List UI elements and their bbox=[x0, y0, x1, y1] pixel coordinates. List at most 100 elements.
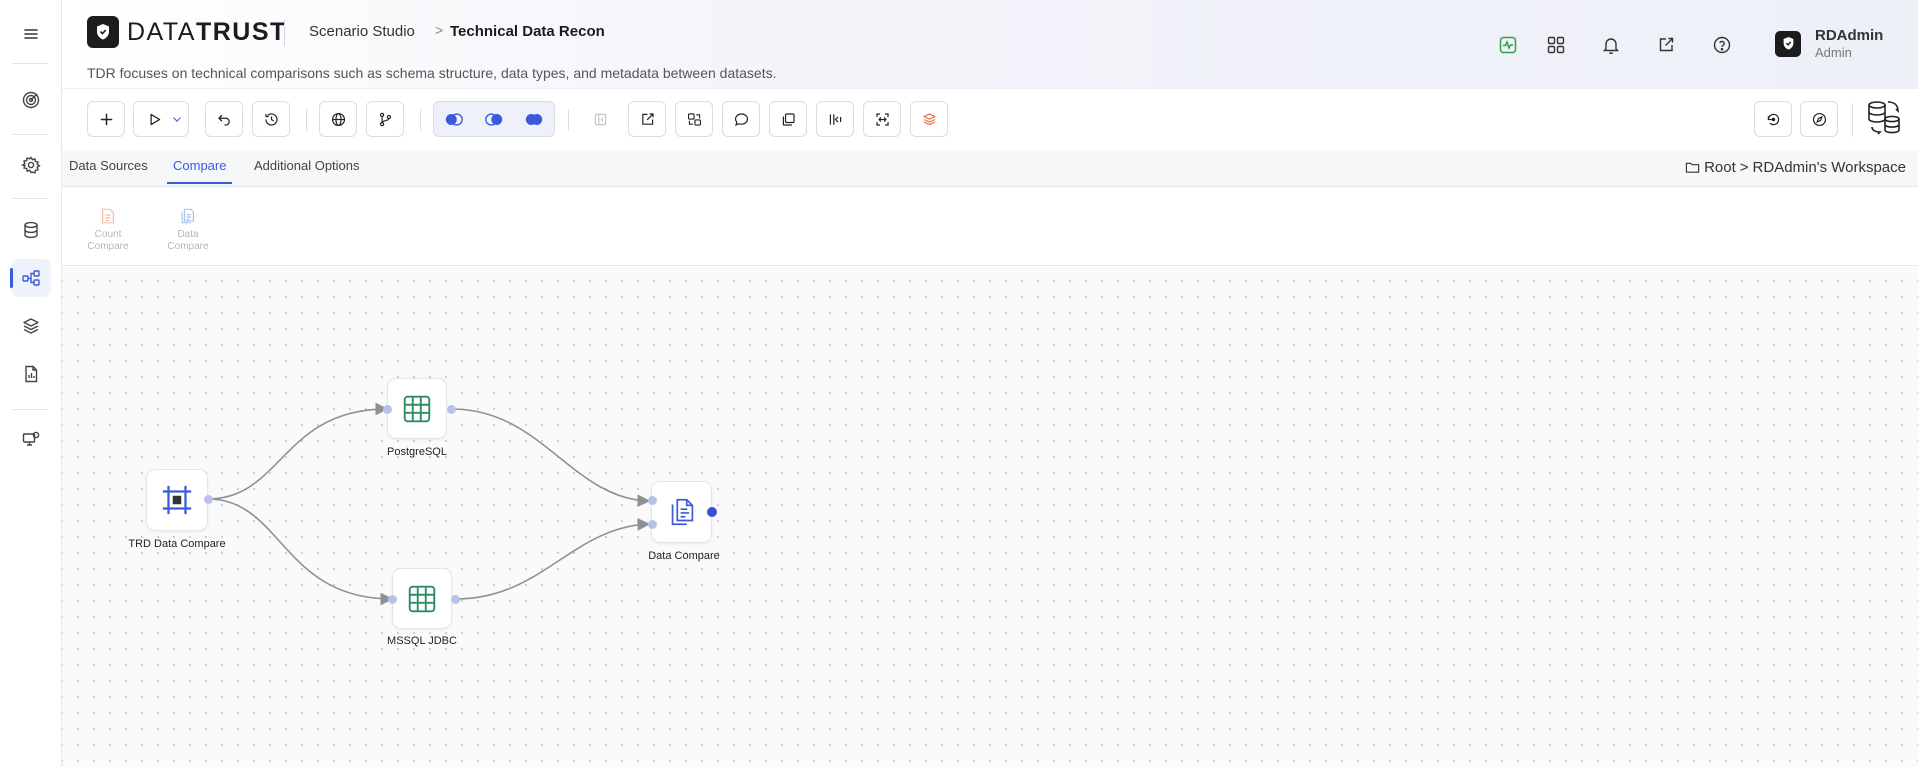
gear-icon[interactable] bbox=[11, 146, 51, 184]
port-in[interactable] bbox=[648, 496, 657, 505]
tab-bar: Data Sources Compare Additional Options … bbox=[62, 150, 1918, 187]
workflow-canvas[interactable]: TRD Data Compare PostgreSQL MSSQL JDBC D… bbox=[62, 267, 1918, 767]
node-postgresql[interactable] bbox=[387, 378, 447, 439]
header-divider bbox=[284, 20, 285, 46]
port-out[interactable] bbox=[451, 595, 460, 604]
full-join-button[interactable] bbox=[515, 103, 553, 135]
node-data-compare[interactable] bbox=[651, 481, 712, 543]
shield-logo-icon bbox=[87, 16, 119, 48]
palette-count-compare[interactable]: Count Compare bbox=[76, 207, 140, 253]
add-button[interactable] bbox=[87, 101, 125, 137]
toolbar-divider bbox=[1852, 103, 1853, 137]
rail-divider bbox=[12, 134, 48, 135]
inner-join-button[interactable] bbox=[475, 103, 513, 135]
database-icon[interactable] bbox=[11, 211, 51, 249]
restore-button[interactable] bbox=[1754, 101, 1792, 137]
run-button[interactable] bbox=[133, 101, 189, 137]
help-icon[interactable] bbox=[1710, 33, 1734, 57]
tab-data-sources[interactable]: Data Sources bbox=[69, 158, 148, 182]
port-out[interactable] bbox=[707, 507, 717, 517]
rail-divider bbox=[12, 198, 48, 199]
palette-label: Count bbox=[94, 229, 122, 240]
node-label: PostgreSQL bbox=[387, 446, 447, 458]
user-info: RDAdmin Admin bbox=[1815, 28, 1883, 59]
frame-icon bbox=[162, 485, 192, 515]
compare-doc-icon bbox=[671, 498, 693, 526]
target-icon[interactable] bbox=[11, 81, 51, 119]
database-sync-icon[interactable] bbox=[1864, 97, 1908, 141]
table-icon bbox=[408, 585, 436, 612]
rail-divider bbox=[12, 63, 48, 64]
workspace-root[interactable]: Root bbox=[1704, 159, 1736, 176]
workflow-icon[interactable] bbox=[10, 259, 51, 297]
compass-button[interactable] bbox=[1800, 101, 1838, 137]
workspace-separator: > bbox=[1739, 159, 1749, 176]
user-role: Admin bbox=[1815, 45, 1852, 60]
port-in[interactable] bbox=[383, 405, 392, 414]
brand-wordmark: DATATRUST bbox=[127, 17, 287, 46]
tab-compare[interactable]: Compare bbox=[167, 158, 233, 184]
workspace-breadcrumb[interactable]: Root > RDAdmin's Workspace bbox=[1685, 159, 1906, 176]
port-out[interactable] bbox=[204, 495, 213, 504]
brand-logo[interactable]: DATATRUST bbox=[87, 16, 287, 48]
header: DATATRUST Scenario Studio > Technical Da… bbox=[62, 0, 1918, 89]
layers-icon[interactable] bbox=[11, 307, 51, 345]
history-button[interactable] bbox=[252, 101, 290, 137]
app-root: DATATRUST Scenario Studio > Technical Da… bbox=[0, 0, 1918, 767]
folder-icon bbox=[1685, 162, 1700, 173]
toolbar bbox=[62, 89, 1918, 150]
palette-label: Data bbox=[177, 229, 199, 240]
toolbar-divider bbox=[306, 109, 307, 131]
bell-icon[interactable] bbox=[1599, 33, 1623, 57]
breadcrumb-separator: > bbox=[435, 22, 444, 38]
toolbar-divider bbox=[568, 109, 569, 131]
tab-additional-options[interactable]: Additional Options bbox=[254, 158, 360, 182]
apps-grid-icon[interactable] bbox=[1544, 33, 1568, 57]
port-in[interactable] bbox=[648, 520, 657, 529]
node-label: MSSQL JDBC bbox=[387, 635, 457, 647]
left-rail bbox=[0, 0, 62, 767]
monitor-settings-icon[interactable] bbox=[11, 420, 51, 458]
scan-button[interactable] bbox=[863, 101, 901, 137]
user-avatar bbox=[1775, 30, 1801, 57]
menu-icon[interactable] bbox=[11, 15, 51, 53]
external-link-icon[interactable] bbox=[1654, 33, 1678, 57]
undo-button[interactable] bbox=[205, 101, 243, 137]
play-icon bbox=[149, 113, 160, 125]
toolbar-divider bbox=[420, 109, 421, 131]
node-trd-data-compare[interactable] bbox=[146, 469, 208, 531]
workspace-name[interactable]: RDAdmin's Workspace bbox=[1753, 159, 1906, 176]
node-label: Data Compare bbox=[648, 550, 720, 562]
comment-button[interactable] bbox=[722, 101, 760, 137]
globe-button[interactable] bbox=[319, 101, 357, 137]
rail-divider bbox=[12, 409, 48, 410]
workflow-edges bbox=[207, 402, 651, 606]
page-title: Technical Data Recon bbox=[450, 23, 605, 40]
collapse-left-button[interactable] bbox=[581, 101, 619, 137]
report-icon[interactable] bbox=[11, 355, 51, 393]
user-name: RDAdmin bbox=[1815, 27, 1884, 44]
palette-label: Compare bbox=[87, 241, 129, 252]
port-out[interactable] bbox=[447, 405, 456, 414]
palette-data-compare[interactable]: Data Compare bbox=[156, 207, 220, 253]
count-compare-icon bbox=[102, 208, 114, 224]
swap-button[interactable] bbox=[675, 101, 713, 137]
split-button[interactable] bbox=[816, 101, 854, 137]
activity-icon[interactable] bbox=[1496, 33, 1520, 57]
port-in[interactable] bbox=[388, 595, 397, 604]
breadcrumb-parent[interactable]: Scenario Studio bbox=[309, 23, 415, 40]
left-join-button[interactable] bbox=[435, 103, 473, 135]
data-compare-icon bbox=[181, 208, 194, 224]
duplicate-button[interactable] bbox=[769, 101, 807, 137]
table-icon bbox=[403, 395, 431, 422]
stack-layers-button[interactable] bbox=[910, 101, 948, 137]
component-palette: Count Compare Data Compare bbox=[62, 187, 1918, 266]
palette-label: Compare bbox=[167, 241, 209, 252]
chevron-down-icon[interactable] bbox=[170, 112, 184, 126]
page-description: TDR focuses on technical comparisons suc… bbox=[87, 65, 777, 81]
node-label: TRD Data Compare bbox=[128, 538, 226, 550]
user-menu[interactable]: RDAdmin Admin bbox=[1775, 28, 1883, 59]
branch-button[interactable] bbox=[366, 101, 404, 137]
export-button[interactable] bbox=[628, 101, 666, 137]
node-mssql-jdbc[interactable] bbox=[392, 568, 452, 629]
